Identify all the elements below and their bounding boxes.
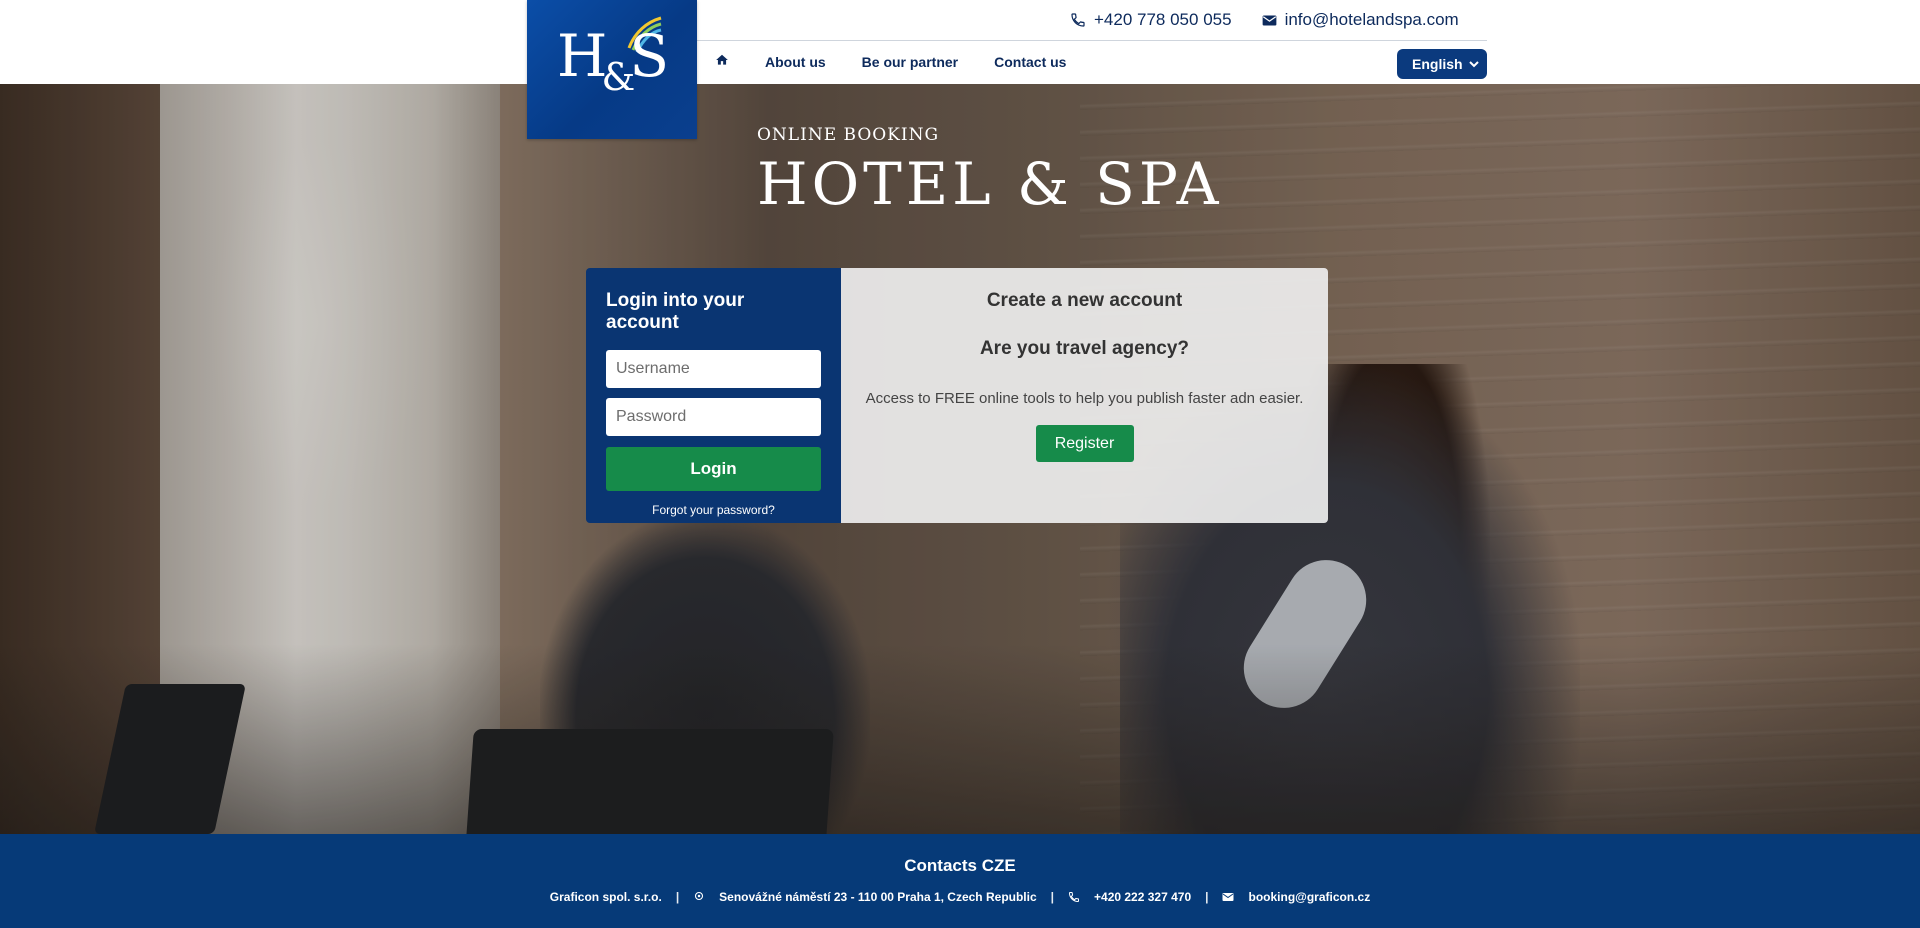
register-subtitle: Are you travel agency? [979,338,1190,359]
nav-contact-us[interactable]: Contact us [994,54,1066,70]
login-title: Login into your account [606,290,745,333]
footer-email[interactable]: booking@graficon.cz [1248,890,1370,904]
site-footer: Contacts CZE Graficon spol. s.r.o. | Sen… [0,834,1920,928]
location-pin-icon [695,891,704,901]
username-input[interactable] [606,350,821,388]
footer-address: Senovážné náměstí 23 - 110 00 Praha 1, C… [719,890,1037,904]
footer-phone[interactable]: +420 222 327 470 [1094,890,1191,904]
footer-separator: | [1205,890,1209,904]
footer-separator: | [1050,890,1055,904]
logo-text: H&S [527,22,697,99]
site-logo[interactable]: H&S [527,0,697,139]
topbar-contacts: +420 778 050 055 info@hotelandspa.com [1070,8,1459,32]
phone-icon [1069,892,1080,903]
envelope-icon [1262,15,1276,25]
language-select[interactable]: English [1397,49,1487,79]
home-icon [716,54,728,65]
chevron-down-icon [1469,61,1479,68]
login-panel: Login into your account Login Forgot you… [586,268,841,523]
hero-subtitle: ONLINE BOOKING [757,125,940,145]
nav-about-us[interactable]: About us [765,54,826,70]
header-email-text: info@hotelandspa.com [1284,10,1459,29]
main-nav: About us Be our partner Contact us [715,53,1066,70]
language-value: English [1412,56,1463,72]
header-phone-text: +420 778 050 055 [1094,10,1232,29]
register-description: Access to FREE online tools to help you … [865,390,1304,407]
phone-icon [1071,13,1085,27]
forgot-password-link[interactable]: Forgot your password? [606,503,821,517]
nav-home[interactable] [715,53,729,70]
login-button[interactable]: Login [606,447,821,491]
nav-be-our-partner[interactable]: Be our partner [862,54,958,70]
header-phone[interactable]: +420 778 050 055 [1070,10,1232,30]
register-panel: Create a new account Are you travel agen… [841,268,1328,523]
footer-separator: | [675,890,680,904]
footer-company: Graficon spol. s.r.o. [549,890,662,904]
logo-h: H [556,22,608,90]
password-input[interactable] [606,398,821,436]
header-email[interactable]: info@hotelandspa.com [1262,10,1459,30]
header-divider [697,40,1487,41]
hero-title: HOTEL & SPA [757,150,1223,218]
footer-title: Contacts CZE [904,856,1016,875]
register-title: Create a new account [986,290,1183,311]
logo-s: S [629,22,669,90]
footer-contact-line: Graficon spol. s.r.o. | Senovážné náměst… [0,890,1920,904]
envelope-icon [1222,893,1234,901]
register-button[interactable]: Register [1035,425,1134,462]
site-header: +420 778 050 055 info@hotelandspa.com Ab… [0,0,1920,85]
